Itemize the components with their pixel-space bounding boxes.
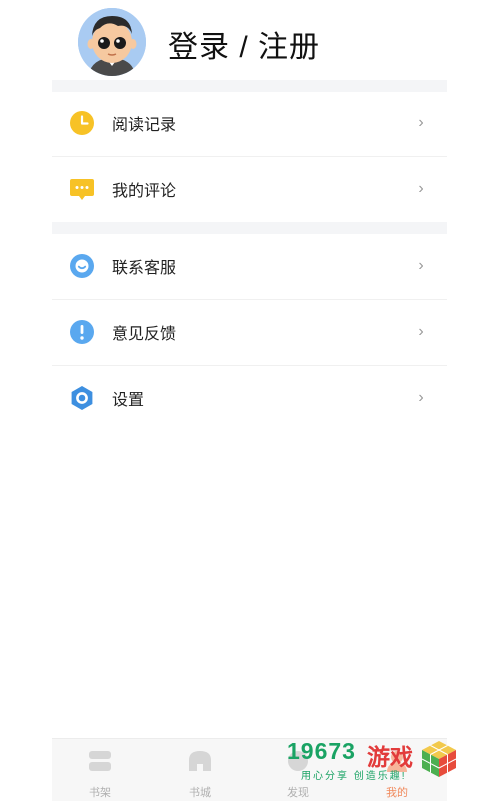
tab-bookshelf[interactable]: 书架 xyxy=(60,739,140,801)
watermark-tagline: 用心分享 创造乐趣! xyxy=(301,771,407,782)
avatar[interactable] xyxy=(78,8,146,76)
clock-icon xyxy=(69,110,95,136)
watermark-number: 19673 xyxy=(287,738,356,764)
cube-logo-icon xyxy=(421,741,457,777)
menu-item-label: 阅读记录 xyxy=(112,117,177,134)
menu-item-label: 设置 xyxy=(112,392,145,409)
chevron-right-icon: › xyxy=(418,389,424,406)
bookstore-icon xyxy=(187,749,213,773)
menu-item-label: 联系客服 xyxy=(112,260,177,277)
comment-icon xyxy=(69,176,95,202)
settings-icon xyxy=(69,385,95,411)
menu-item-customer-service[interactable]: 联系客服 › xyxy=(52,233,447,300)
login-register-link[interactable]: 登录 / 注册 xyxy=(168,22,320,66)
menu-item-my-comments[interactable]: 我的评论 › xyxy=(52,156,447,222)
tab-bookstore[interactable]: 书城 xyxy=(160,739,240,801)
menu-item-settings[interactable]: 设置 › xyxy=(52,365,447,431)
chevron-right-icon: › xyxy=(418,114,424,131)
bookshelf-icon xyxy=(87,749,113,773)
tab-label: 书城 xyxy=(189,787,211,799)
menu-item-label: 我的评论 xyxy=(112,183,177,200)
feedback-icon xyxy=(69,319,95,345)
chevron-right-icon: › xyxy=(418,257,424,274)
avatar-icon xyxy=(78,8,146,76)
chevron-right-icon: › xyxy=(418,180,424,197)
profile-header[interactable]: 登录 / 注册 xyxy=(0,0,480,80)
customer-service-icon xyxy=(69,253,95,279)
menu-item-reading-history[interactable]: 阅读记录 › xyxy=(52,90,447,157)
chevron-right-icon: › xyxy=(418,323,424,340)
menu-item-label: 意见反馈 xyxy=(112,326,177,343)
tab-label: 书架 xyxy=(89,787,111,799)
menu-item-feedback[interactable]: 意见反馈 › xyxy=(52,299,447,366)
watermark-logo: 19673 游戏 用心分享 创造乐趣! xyxy=(287,738,462,800)
